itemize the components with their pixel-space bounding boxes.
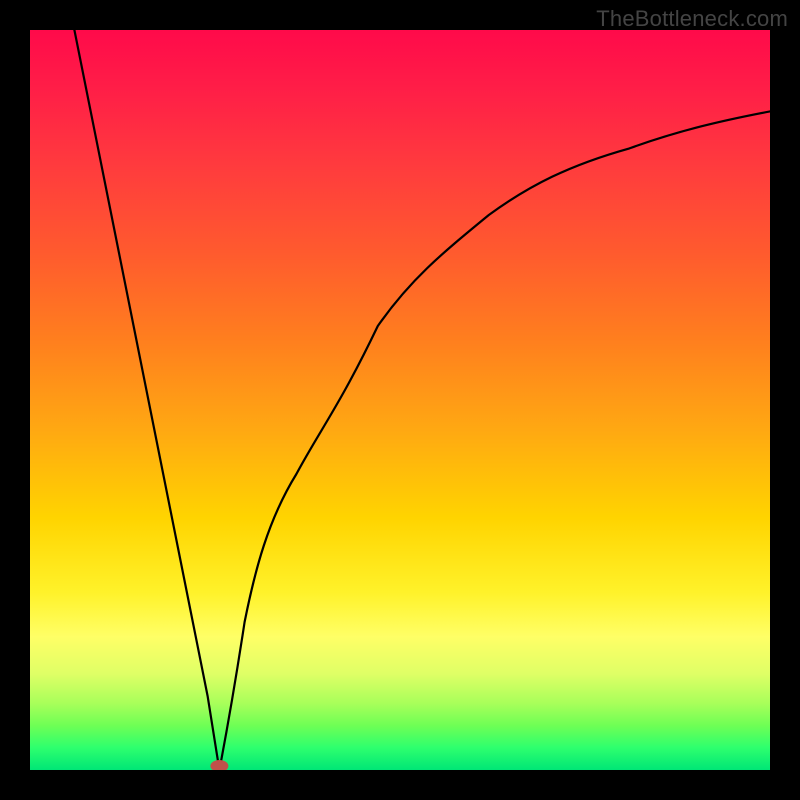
chart-frame: TheBottleneck.com [0,0,800,800]
curve-left-branch [74,30,219,770]
watermark-text: TheBottleneck.com [596,6,788,32]
plot-area [30,30,770,770]
bottleneck-curve [30,30,770,770]
curve-right-branch [219,111,770,770]
minimum-marker [210,760,228,770]
